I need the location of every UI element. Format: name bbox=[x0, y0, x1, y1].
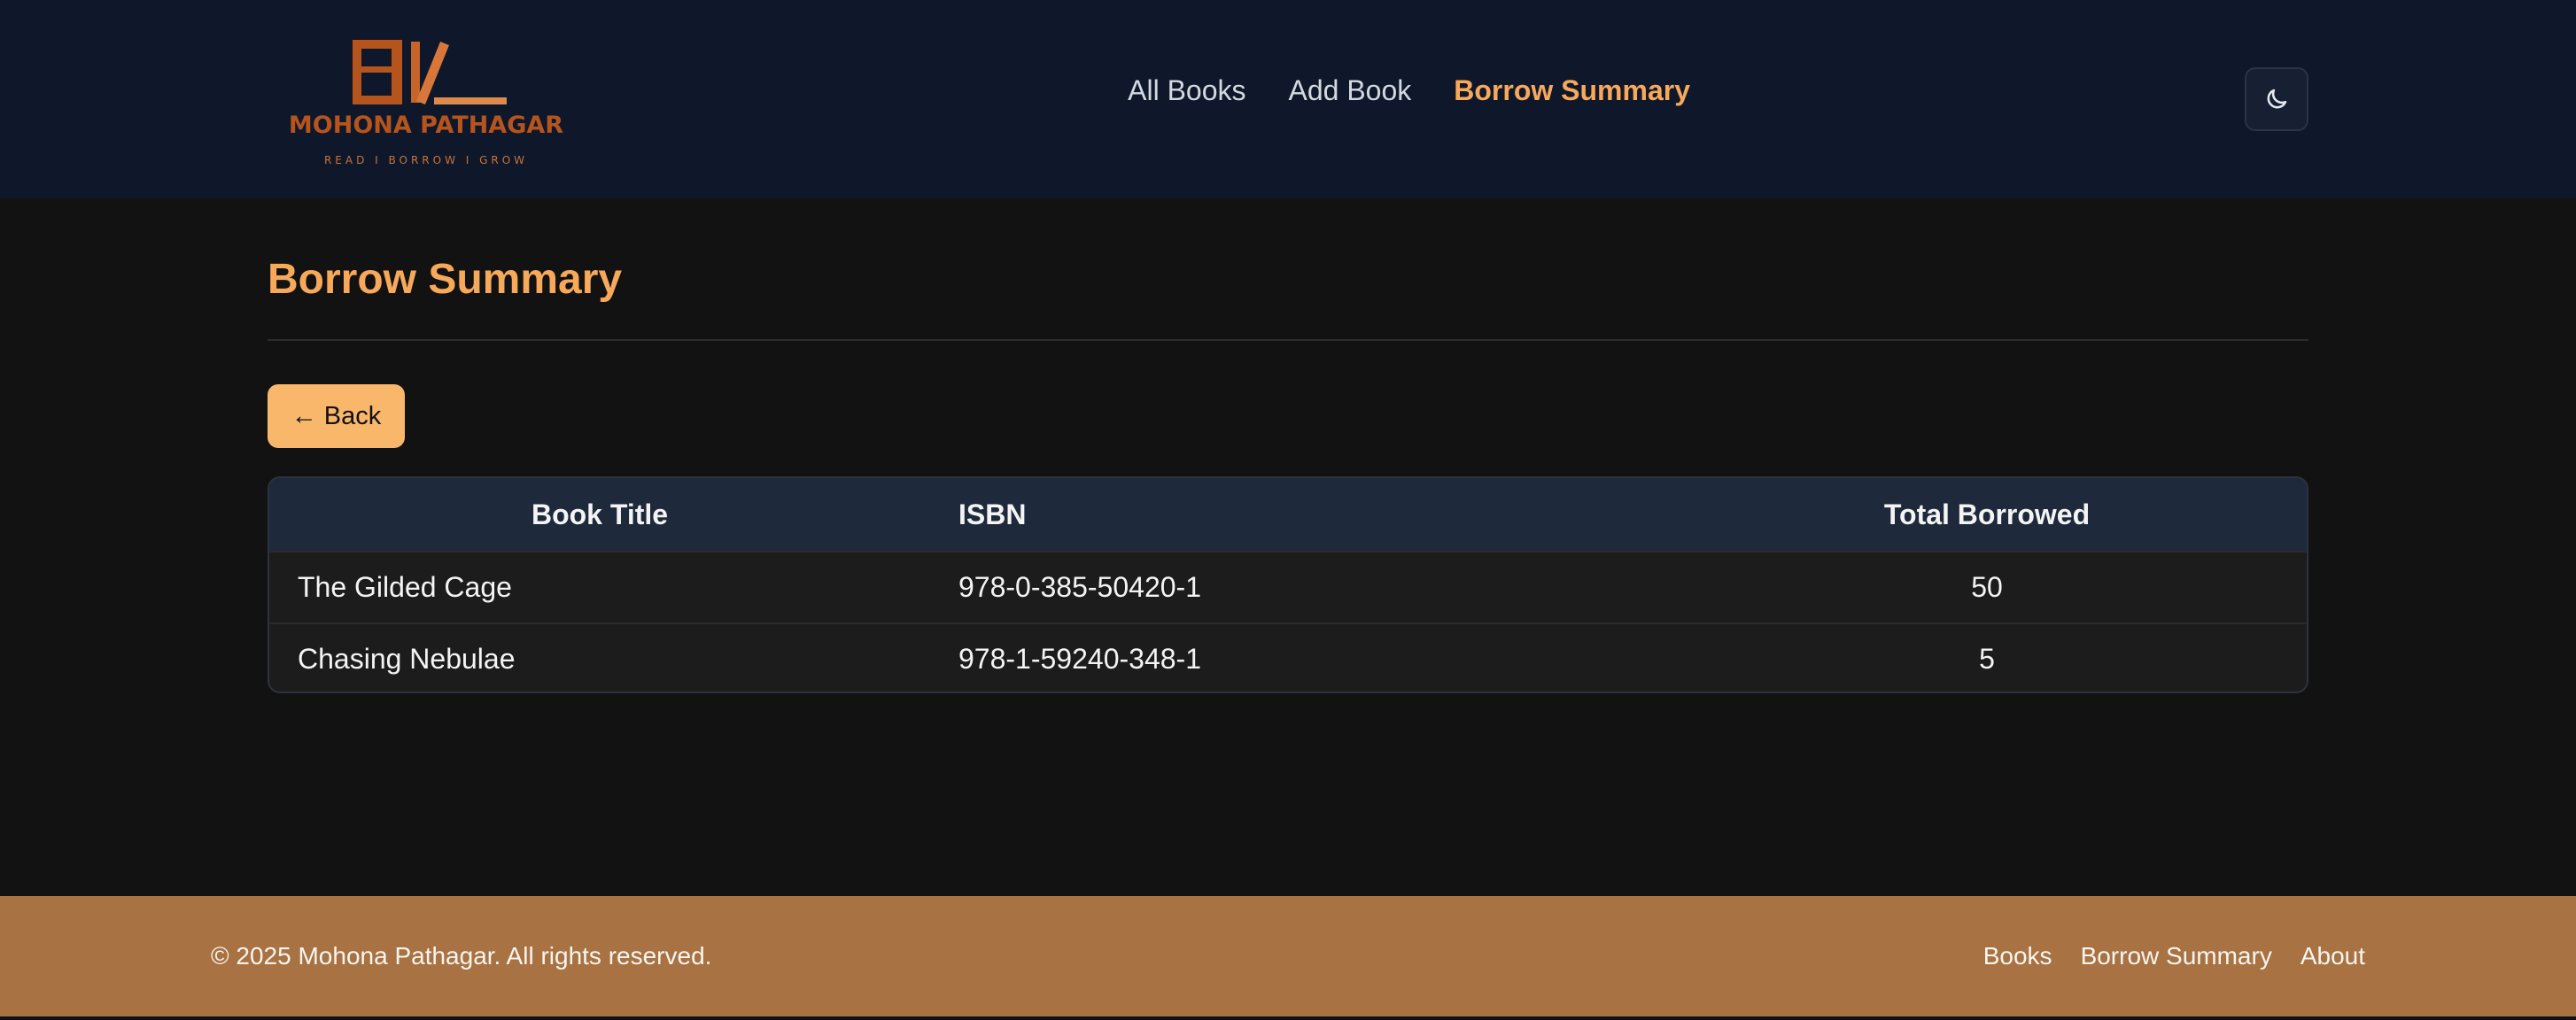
footer-nav: Books Borrow Summary About bbox=[1955, 896, 2365, 1016]
nav-all-books[interactable]: All Books bbox=[1128, 74, 1245, 107]
table-row: The Gilded Cage 978-0-385-50420-1 50 bbox=[269, 551, 2307, 622]
cell-book-title: The Gilded Cage bbox=[298, 571, 512, 603]
theme-toggle-button[interactable] bbox=[2245, 67, 2308, 131]
logo-graphic: MOHONA PATHAGAR READ I BORROW I GROW bbox=[289, 40, 563, 166]
cell-total-borrowed: 50 bbox=[1971, 571, 2003, 603]
site-logo[interactable]: MOHONA PATHAGAR READ I BORROW I GROW bbox=[273, 34, 579, 171]
header-isbn: ISBN bbox=[958, 498, 1027, 530]
title-divider bbox=[268, 339, 2308, 341]
brand-tagline: READ I BORROW I GROW bbox=[324, 154, 528, 166]
page: MOHONA PATHAGAR READ I BORROW I GROW All… bbox=[0, 0, 2576, 1020]
main-nav: All Books Add Book Borrow Summary bbox=[1085, 0, 1690, 181]
site-footer: © 2025 Mohona Pathagar. All rights reser… bbox=[0, 896, 2576, 1016]
back-button[interactable]: ← Back bbox=[268, 384, 405, 448]
cell-isbn: 978-1-59240-348-1 bbox=[958, 643, 1201, 675]
site-header: MOHONA PATHAGAR READ I BORROW I GROW All… bbox=[0, 0, 2576, 198]
moon-icon bbox=[2267, 89, 2287, 109]
footer-link-borrow-summary[interactable]: Borrow Summary bbox=[2081, 942, 2272, 970]
copyright-text: © 2025 Mohona Pathagar. All rights reser… bbox=[211, 942, 712, 970]
footer-link-books[interactable]: Books bbox=[1983, 942, 2052, 970]
cell-book-title: Chasing Nebulae bbox=[298, 643, 516, 675]
table-row: Chasing Nebulae 978-1-59240-348-1 5 bbox=[269, 622, 2307, 692]
borrow-summary-table: Book Title ISBN Total Borrowed The Gilde… bbox=[268, 476, 2308, 693]
page-title: Borrow Summary bbox=[268, 256, 623, 303]
brand-name: MOHONA PATHAGAR bbox=[289, 112, 563, 139]
nav-add-book[interactable]: Add Book bbox=[1289, 74, 1412, 107]
header-total-borrowed: Total Borrowed bbox=[1883, 498, 2091, 530]
header-book-title: Book Title bbox=[531, 498, 669, 530]
footer-link-about[interactable]: About bbox=[2301, 942, 2365, 970]
nav-borrow-summary[interactable]: Borrow Summary bbox=[1454, 74, 1690, 107]
cell-total-borrowed: 5 bbox=[1979, 643, 1995, 675]
table-header-row: Book Title ISBN Total Borrowed bbox=[269, 478, 2307, 551]
bottom-edge bbox=[0, 1016, 2576, 1020]
cell-isbn: 978-0-385-50420-1 bbox=[958, 571, 1201, 603]
